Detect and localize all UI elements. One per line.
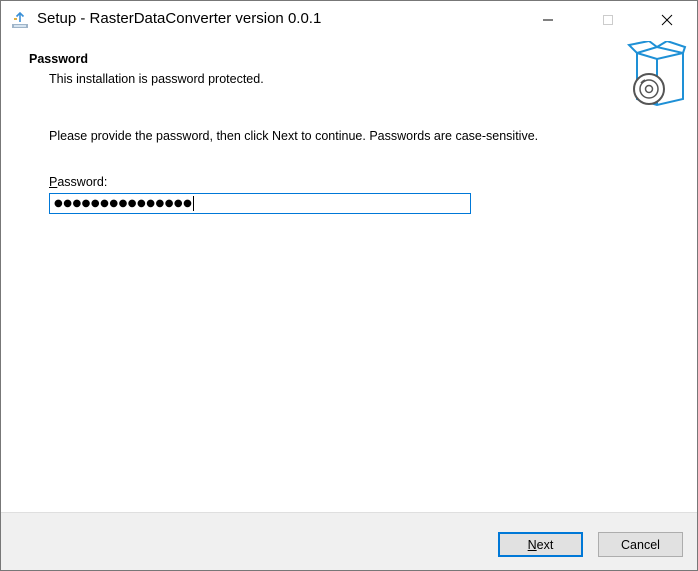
setup-window: Setup - RasterDataConverter version 0.0.… xyxy=(0,0,698,571)
footer-bar: Next Cancel xyxy=(1,512,697,570)
password-masked-value: ●●●●●●●●●●●●●●● xyxy=(54,197,193,209)
window-title: Setup - RasterDataConverter version 0.0.… xyxy=(37,10,322,27)
minimize-button[interactable] xyxy=(525,1,571,39)
close-icon xyxy=(661,14,673,26)
installer-app-icon xyxy=(11,11,29,29)
password-input[interactable]: ●●●●●●●●●●●●●●● xyxy=(49,193,471,214)
password-label-text: assword: xyxy=(57,175,108,189)
minimize-icon xyxy=(543,19,553,21)
instruction-text: Please provide the password, then click … xyxy=(49,129,539,143)
title-bar[interactable]: Setup - RasterDataConverter version 0.0.… xyxy=(1,1,697,39)
page-heading: Password xyxy=(29,52,89,66)
password-label: Password: xyxy=(49,175,107,189)
next-label: ext xyxy=(536,537,554,552)
setup-box-disc-icon xyxy=(626,39,687,107)
next-button[interactable]: Next xyxy=(498,532,583,557)
text-caret xyxy=(193,196,195,211)
maximize-button xyxy=(585,1,631,39)
maximize-icon xyxy=(603,15,613,25)
close-button[interactable] xyxy=(644,1,690,39)
cancel-button[interactable]: Cancel xyxy=(598,532,683,557)
next-accelerator: N xyxy=(527,537,537,552)
page-subheading: This installation is password protected. xyxy=(49,72,264,86)
